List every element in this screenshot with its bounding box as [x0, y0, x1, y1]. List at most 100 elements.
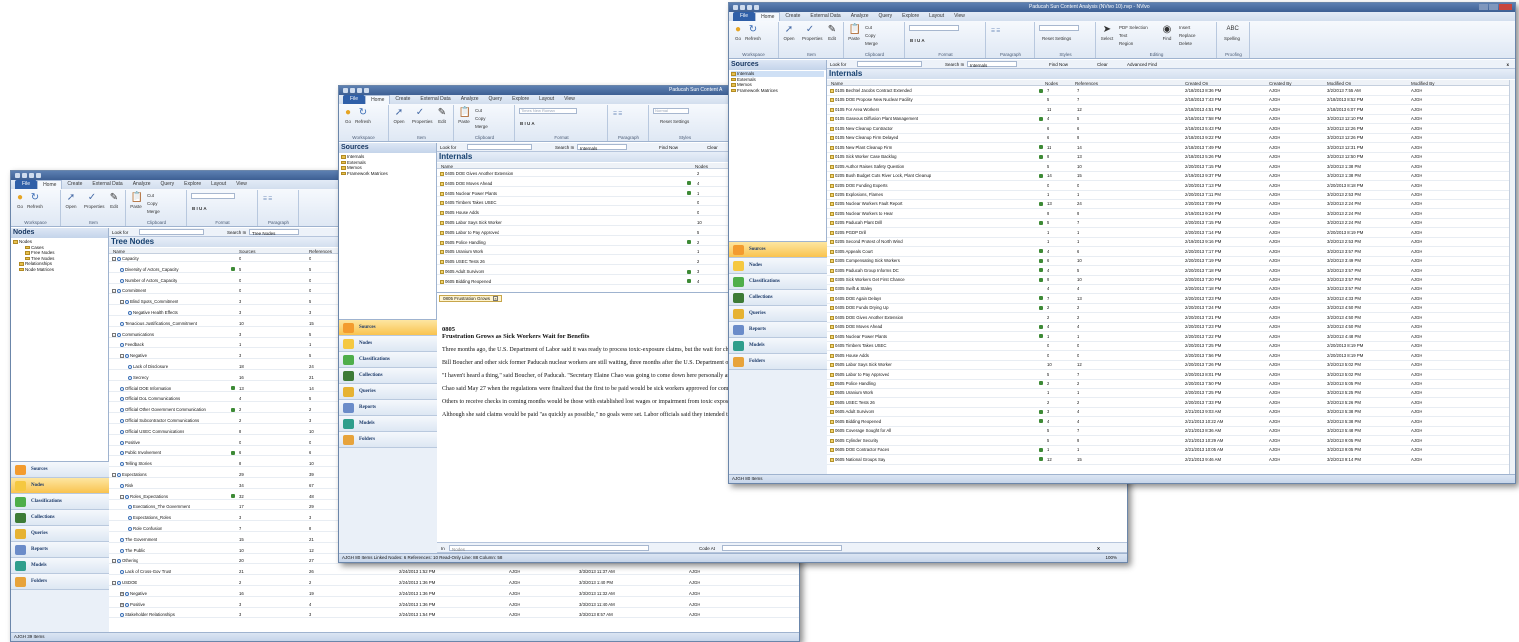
font-box[interactable]	[909, 25, 959, 31]
clear-button[interactable]: Clear	[1097, 62, 1108, 67]
nav-folders[interactable]: Folders	[729, 354, 827, 370]
list-item[interactable]: 0605 DOE Contractor Faces 1 1 2/21/2013 10:…	[827, 446, 1509, 456]
search-in-button[interactable]: Search In	[227, 230, 246, 235]
properties-button[interactable]: ✓ Properties	[802, 24, 823, 41]
col-modified-on[interactable]: Modified On	[1327, 81, 1351, 86]
table-row[interactable]: Stakeholder Relationships 3 3 2/24/2013 1:5…	[109, 611, 799, 619]
select-button[interactable]: ➤ Select	[1099, 24, 1115, 41]
tab-layout[interactable]: Layout	[206, 180, 231, 189]
cut-button[interactable]: Cut	[147, 193, 154, 198]
list-item[interactable]: 0305 Paducah Group Informs DC 4 5 2/20/2013…	[827, 267, 1509, 276]
list-item[interactable]: 0205 Nuclear Workers to Hear 9 9 2/19/2013 …	[827, 210, 1509, 219]
find-now-button[interactable]: Find Now	[659, 145, 678, 150]
quick-access-toolbar[interactable]	[343, 88, 369, 93]
list-item[interactable]: 0405 DOE Funds Drying Up 2 2 2/20/2013 7:24…	[827, 304, 1509, 314]
find-button[interactable]: ◉ Find	[1159, 24, 1175, 41]
close-find-button[interactable]: x	[1506, 62, 1509, 67]
nav-queries[interactable]: Queries	[729, 306, 827, 322]
nav-models[interactable]: Models	[729, 338, 827, 354]
tab-layout[interactable]: Layout	[924, 12, 949, 21]
nav-sources[interactable]: Sources	[339, 320, 437, 336]
list-item[interactable]: 0605 Bidding Reopened 4 4 2/21/2013 10:22 A…	[827, 418, 1509, 427]
nav-models[interactable]: Models	[339, 416, 437, 432]
look-for-input[interactable]	[467, 144, 532, 150]
nav-classifications[interactable]: Classifications	[729, 274, 827, 290]
font-box[interactable]: Times New Roman	[519, 108, 577, 114]
col-name[interactable]: Name	[113, 249, 125, 254]
merge-button[interactable]: Merge	[865, 41, 878, 46]
open-button[interactable]: ➚ Open	[63, 192, 79, 209]
vertical-scrollbar[interactable]	[1509, 80, 1515, 474]
nav-reports[interactable]: Reports	[11, 542, 109, 558]
font-style-buttons[interactable]: B I U A	[520, 121, 535, 126]
tab-view[interactable]: View	[559, 95, 580, 104]
list-item[interactable]: 0105 New Plant Cleanup Firm 11 14 2/18/2013…	[827, 144, 1509, 153]
collapse-icon[interactable]: -	[112, 257, 116, 261]
list-item[interactable]: 0105 Bechtel Jacobs Contract Extended 7 7 2…	[827, 87, 1509, 96]
nav-folders[interactable]: Folders	[11, 574, 109, 590]
tab-external-data[interactable]: External Data	[805, 12, 845, 21]
search-in-box[interactable]: Tree Nodes	[249, 229, 299, 236]
search-in-box[interactable]: Internals	[967, 61, 1017, 68]
col-name[interactable]: Name	[831, 81, 843, 86]
list-item[interactable]: 0205 Author Raises Safety Question 5 10 2/2…	[827, 163, 1509, 172]
tab-external-data[interactable]: External Data	[87, 180, 127, 189]
list-item[interactable]: 0105 New Cleanup Contractor 6 6 2/18/2013 5…	[827, 125, 1509, 134]
nav-collections[interactable]: Collections	[11, 510, 109, 526]
tab-create[interactable]: Create	[780, 12, 805, 21]
search-in-button[interactable]: Search In	[945, 62, 964, 67]
list-item[interactable]: 0105 Sick Worker Case Backlog 9 13 2/18/201…	[827, 153, 1509, 163]
nav-folders[interactable]: Folders	[339, 432, 437, 448]
font-box[interactable]	[191, 193, 235, 199]
nav-sources[interactable]: Sources	[729, 242, 827, 258]
tab-query[interactable]: Query	[874, 12, 898, 21]
list-item[interactable]: 0505 USEC Tests 26 2 2 2/20/2013 7:33 PM AJG…	[827, 399, 1509, 408]
list-item[interactable]: 0605 Adult Survivors 3 4 2/21/2013 9:03 AM A…	[827, 408, 1509, 418]
nav-collections[interactable]: Collections	[729, 290, 827, 306]
nav-sources[interactable]: Sources	[11, 462, 109, 478]
insert-button[interactable]: Insert	[1179, 25, 1190, 30]
edit-button[interactable]: ✎ Edit	[434, 107, 450, 124]
open-button[interactable]: ➚ Open	[391, 107, 407, 124]
col-references[interactable]: References	[1075, 81, 1098, 86]
nav-classifications[interactable]: Classifications	[339, 352, 437, 368]
table-row[interactable]: + Negative 16 19 2/24/2013 1:36 PM AJGH 3/3/20…	[109, 590, 799, 597]
list-item[interactable]: 0505 Labor Says Sick Worker 10 12 2/20/2013…	[827, 361, 1509, 371]
tab-query[interactable]: Query	[484, 95, 508, 104]
paste-button[interactable]: 📋 Paste	[128, 192, 144, 209]
col-sources[interactable]: Sources	[239, 249, 256, 254]
list-item[interactable]: 0305 Sick Workers Get First Chance 9 10 2/2…	[827, 276, 1509, 285]
copy-button[interactable]: Copy	[147, 201, 158, 206]
paragraph-icon[interactable]: ☰ ☰	[991, 28, 1000, 34]
table-row[interactable]: Lack of Cross-Gov Trust 21 26 2/24/2013 1:5…	[109, 568, 799, 576]
tab-file[interactable]: File	[733, 12, 756, 21]
list-item[interactable]: 0305 Appeals Court 4 6 2/20/2013 7:17 PM AJG…	[827, 248, 1509, 257]
code-at-box[interactable]	[722, 545, 842, 551]
expand-icon[interactable]: +	[120, 591, 124, 596]
tab-layout[interactable]: Layout	[534, 95, 559, 104]
tab-analyze[interactable]: Analyze	[128, 180, 156, 189]
list-item[interactable]: 0405 DOE Again Delays 7 13 2/20/2013 7:23 P…	[827, 295, 1509, 304]
spelling-button[interactable]: ABC Spelling	[1224, 24, 1240, 41]
collapse-icon[interactable]: -	[120, 300, 124, 305]
tree-item-framework-matrices[interactable]: Framework Matrices	[341, 171, 434, 177]
nav-nodes[interactable]: Nodes	[339, 336, 437, 352]
reset-settings-button[interactable]: Reset Settings	[660, 119, 689, 124]
list-item[interactable]: 0205 Second Protest of North Wind 1 1 2/19/…	[827, 238, 1509, 248]
nav-queries[interactable]: Queries	[11, 526, 109, 542]
style-box[interactable]	[1039, 25, 1079, 31]
close-button[interactable]	[1499, 4, 1512, 10]
list-item[interactable]: 0205 Nuclear Workers Fault Report 13 24 2/2…	[827, 200, 1509, 210]
list-item[interactable]: 0505 House Adds 0 0 2/20/2013 7:56 PM AJGH 2/…	[827, 352, 1509, 361]
collapse-icon[interactable]: -	[112, 289, 116, 294]
clear-button[interactable]: Clear	[707, 145, 718, 150]
window-controls[interactable]	[1479, 4, 1512, 10]
tab-home[interactable]: Home	[365, 95, 391, 104]
col-name[interactable]: Name	[441, 164, 453, 169]
cut-button[interactable]: Cut	[865, 25, 872, 30]
refresh-button[interactable]: ↻ Refresh	[745, 24, 761, 41]
document-tab[interactable]: 0805 Frustration Grows ×	[439, 295, 503, 302]
paragraph-icon[interactable]: ☰ ☰	[263, 196, 272, 202]
nav-collections[interactable]: Collections	[339, 368, 437, 384]
list-item[interactable]: 0605 Coverage Sought for All 5 7 2/21/2013 …	[827, 427, 1509, 437]
